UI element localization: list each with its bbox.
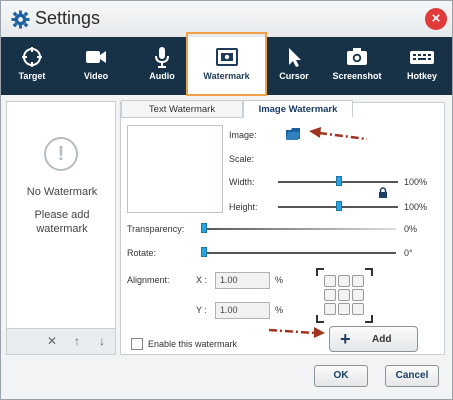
align-bottom-left[interactable]: [324, 303, 336, 315]
alignment-label: Alignment:: [127, 275, 170, 285]
tab-video[interactable]: Video: [67, 37, 125, 95]
align-top-center[interactable]: [338, 275, 350, 287]
annotation-arrow-add-icon: [268, 327, 325, 338]
tab-target[interactable]: Target: [3, 37, 61, 95]
list-actions-bar: ✕ ↑ ↓: [6, 328, 116, 355]
move-down-icon[interactable]: ↓: [95, 334, 109, 348]
watermark-settings-panel: Text Watermark Image Watermark Image: Sc…: [120, 100, 445, 355]
watermark-list[interactable]: ! No Watermark Please add watermark: [6, 101, 116, 355]
tab-audio[interactable]: Audio: [133, 37, 191, 95]
gear-icon: [11, 10, 30, 29]
ok-button[interactable]: OK: [314, 365, 368, 387]
align-bottom-right[interactable]: [352, 303, 364, 315]
empty-title: No Watermark: [26, 186, 98, 198]
watermark-icon: [215, 48, 238, 66]
height-value: 100%: [404, 202, 428, 212]
width-slider-handle[interactable]: [336, 176, 342, 186]
tab-watermark-label: Watermark: [203, 71, 250, 81]
y-input[interactable]: 1.00: [215, 302, 270, 319]
tab-hotkey-label: Hotkey: [406, 71, 437, 81]
align-bottom-center[interactable]: [338, 303, 350, 315]
annotation-arrow-icon: [309, 127, 368, 141]
rotate-slider[interactable]: [201, 252, 396, 254]
align-top-right[interactable]: [352, 275, 364, 287]
tab-hotkey[interactable]: Hotkey: [394, 37, 450, 95]
align-center[interactable]: [338, 289, 350, 301]
close-button[interactable]: ×: [425, 8, 447, 30]
tab-cursor-label: Cursor: [279, 71, 309, 81]
image-label: Image:: [229, 130, 257, 140]
rotate-label: Rotate:: [127, 248, 157, 258]
corner-br: [365, 315, 373, 323]
image-preview: [127, 125, 223, 213]
enable-watermark-checkbox[interactable]: [131, 338, 143, 350]
close-icon: ×: [431, 10, 441, 27]
microphone-icon: [155, 47, 169, 68]
corner-tl: [316, 268, 324, 276]
add-button[interactable]: + Add: [329, 326, 418, 352]
info-icon: !: [44, 137, 78, 171]
transparency-value: 0%: [404, 224, 418, 234]
x-label: X :: [196, 275, 208, 285]
transparency-label: Transparency:: [127, 224, 185, 234]
corner-bl: [316, 315, 324, 323]
tab-watermark[interactable]: Watermark: [188, 37, 265, 95]
tab-screenshot-label: Screenshot: [332, 71, 382, 81]
align-middle-right[interactable]: [352, 289, 364, 301]
y-unit: %: [275, 305, 284, 315]
corner-tr: [365, 268, 373, 276]
title-bar: Settings ×: [1, 1, 452, 37]
tab-image-watermark[interactable]: Image Watermark: [243, 100, 353, 118]
folder-icon[interactable]: [285, 127, 301, 141]
move-up-icon[interactable]: ↑: [70, 334, 84, 348]
enable-watermark-label: Enable this watermark: [148, 339, 238, 349]
transparency-slider-handle[interactable]: [201, 223, 207, 233]
tab-audio-label: Audio: [149, 71, 175, 81]
empty-hint: Please add watermark: [34, 209, 90, 235]
scale-label: Scale:: [229, 154, 255, 164]
alignment-grid[interactable]: [316, 268, 373, 323]
cursor-icon: [289, 48, 301, 67]
settings-window: Settings × Target Video Audio Watermark …: [0, 0, 453, 400]
width-label: Width:: [229, 177, 255, 187]
category-toolbar: Target Video Audio Watermark Cursor Scre…: [1, 37, 452, 95]
keyboard-icon: [410, 51, 434, 64]
tab-cursor[interactable]: Cursor: [269, 37, 319, 95]
delete-icon[interactable]: ✕: [45, 334, 59, 348]
plus-icon: +: [340, 329, 351, 349]
video-camera-icon: [86, 51, 106, 63]
x-unit: %: [275, 275, 284, 285]
rotate-slider-handle[interactable]: [201, 247, 207, 257]
align-top-left[interactable]: [324, 275, 336, 287]
lock-icon[interactable]: [378, 187, 388, 199]
width-value: 100%: [404, 177, 428, 187]
camera-icon: [347, 48, 367, 65]
tab-screenshot[interactable]: Screenshot: [325, 37, 389, 95]
cancel-button[interactable]: Cancel: [385, 365, 439, 387]
rotate-value: 0°: [404, 248, 413, 258]
x-input[interactable]: 1.00: [215, 272, 270, 289]
height-slider-handle[interactable]: [336, 201, 342, 211]
window-title: Settings: [35, 8, 101, 28]
height-label: Height:: [229, 202, 258, 212]
y-label: Y :: [196, 305, 207, 315]
tab-video-label: Video: [83, 71, 109, 81]
tab-target-label: Target: [18, 71, 46, 81]
tab-text-watermark[interactable]: Text Watermark: [121, 100, 243, 118]
add-button-label: Add: [372, 334, 392, 345]
target-icon: [22, 47, 42, 67]
align-middle-left[interactable]: [324, 289, 336, 301]
transparency-slider[interactable]: [201, 228, 396, 230]
